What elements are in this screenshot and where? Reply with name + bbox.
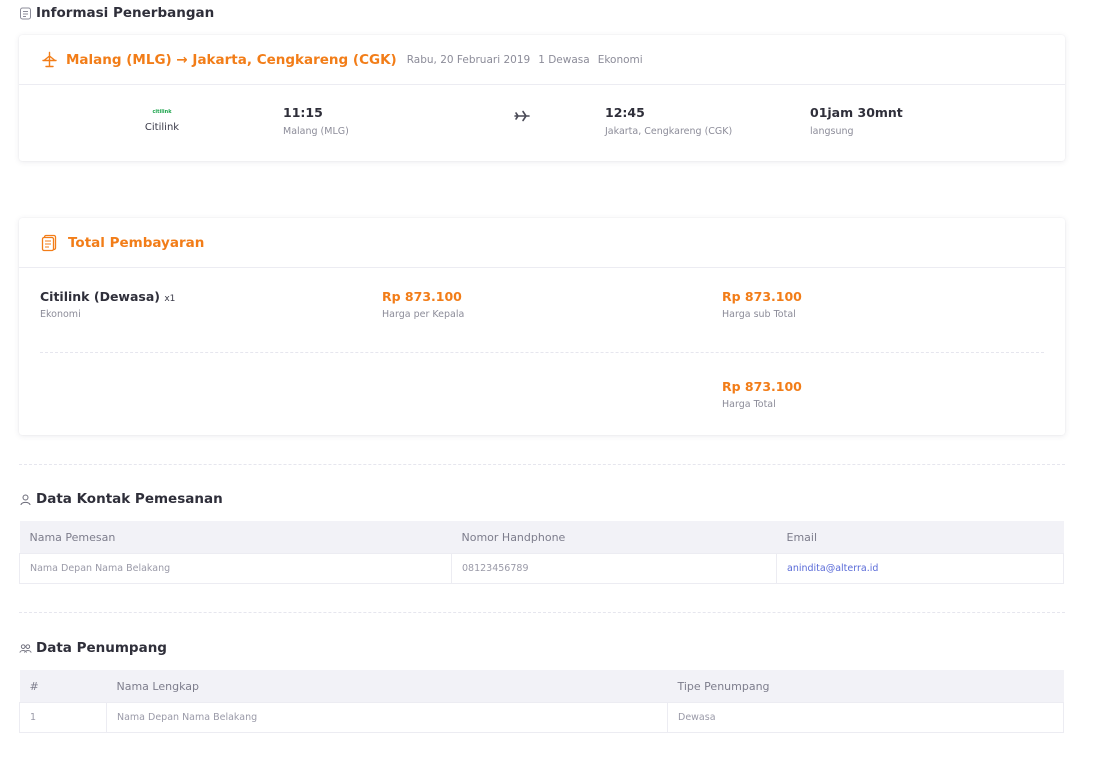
- subtotal-block: Rp 873.100 Harga sub Total: [722, 289, 802, 320]
- plane-right-icon: [514, 107, 530, 126]
- total-label: Harga Total: [722, 399, 776, 410]
- passenger-section-label: Data Penumpang: [36, 640, 167, 656]
- price-per-head-block: Rp 873.100 Harga per Kepala: [382, 289, 464, 320]
- depart-block: 11:15 Malang (MLG): [283, 105, 349, 137]
- section-divider: [19, 612, 1065, 613]
- payment-item: Citilink (Dewasa) x1 Ekonomi: [40, 289, 175, 320]
- passenger-table-header: # Nama Lengkap Tipe Penumpang: [19, 670, 1064, 703]
- contact-section-label: Data Kontak Pemesanan: [36, 491, 223, 507]
- contact-name: Nama Depan Nama Belakang: [19, 553, 452, 584]
- depart-city: Malang (MLG): [283, 126, 349, 137]
- passenger-header-type: Tipe Penumpang: [667, 670, 1064, 703]
- passenger-name: Nama Depan Nama Belakang: [106, 702, 668, 733]
- depart-time: 11:15: [283, 105, 323, 120]
- user-icon: [19, 493, 32, 506]
- contact-email-link[interactable]: anindita@alterra.id: [776, 553, 1064, 584]
- flight-duration: 01jam 30mnt: [810, 105, 903, 120]
- flight-route: Malang (MLG) → Jakarta, Cengkareng (CGK): [66, 51, 397, 68]
- passenger-table: # Nama Lengkap Tipe Penumpang 1 Nama Dep…: [19, 670, 1064, 733]
- contact-table-header: Nama Pemesan Nomor Handphone Email: [19, 521, 1064, 554]
- contact-header-name: Nama Pemesan: [19, 521, 452, 554]
- users-icon: [19, 642, 32, 655]
- flight-section-label: Informasi Penerbangan: [36, 5, 215, 21]
- passenger-header-name: Nama Lengkap: [106, 670, 668, 703]
- price-per-head-label: Harga per Kepala: [382, 309, 465, 320]
- subtotal-price: Rp 873.100: [722, 289, 802, 304]
- payment-divider: [40, 352, 1044, 353]
- total-block: Rp 873.100 Harga Total: [722, 379, 802, 410]
- price-per-head: Rp 873.100: [382, 289, 462, 304]
- contact-header-phone: Nomor Handphone: [451, 521, 777, 554]
- passenger-header-index: #: [19, 670, 107, 703]
- passenger-type: Dewasa: [667, 702, 1064, 733]
- payment-item-class: Ekonomi: [40, 309, 81, 320]
- receipt-icon: [41, 234, 58, 252]
- airplane-icon: [41, 51, 58, 68]
- flight-card: Malang (MLG) → Jakarta, Cengkareng (CGK)…: [19, 35, 1065, 161]
- passenger-section-title: Data Penumpang: [19, 640, 167, 656]
- document-icon: [19, 7, 32, 20]
- payment-item-name: Citilink (Dewasa): [40, 289, 160, 304]
- total-price: Rp 873.100: [722, 379, 802, 394]
- airline-logo: citilink: [152, 109, 172, 115]
- arrive-block: 12:45 Jakarta, Cengkareng (CGK): [605, 105, 732, 137]
- airline-block: citilink Citilink: [137, 109, 187, 133]
- payment-header: Total Pembayaran: [19, 218, 1065, 268]
- flight-header: Malang (MLG) → Jakarta, Cengkareng (CGK)…: [19, 35, 1065, 85]
- payment-item-line: Citilink (Dewasa) x1: [40, 289, 175, 304]
- contact-header-email: Email: [776, 521, 1064, 554]
- payment-item-qty: x1: [164, 294, 176, 304]
- table-row: 1 Nama Depan Nama Belakang Dewasa: [19, 702, 1064, 733]
- table-row: Nama Depan Nama Belakang 08123456789 ani…: [19, 553, 1064, 584]
- flight-passengers: 1 Dewasa: [538, 53, 590, 66]
- contact-phone: 08123456789: [451, 553, 777, 584]
- airline-name: Citilink: [144, 122, 180, 133]
- subtotal-label: Harga sub Total: [722, 309, 796, 320]
- flight-section-title: Informasi Penerbangan: [19, 5, 214, 21]
- payment-card: Total Pembayaran Citilink (Dewasa) x1 Ek…: [19, 218, 1065, 435]
- arrive-city: Jakarta, Cengkareng (CGK): [605, 126, 733, 137]
- contact-section-title: Data Kontak Pemesanan: [19, 491, 223, 507]
- flight-class: Ekonomi: [597, 53, 643, 66]
- flight-stops: langsung: [810, 126, 854, 137]
- payment-title: Total Pembayaran: [68, 234, 205, 251]
- passenger-index: 1: [19, 702, 107, 733]
- flight-date: Rabu, 20 Februari 2019: [406, 53, 531, 66]
- duration-block: 01jam 30mnt langsung: [810, 105, 903, 137]
- arrive-time: 12:45: [605, 105, 645, 120]
- section-divider: [19, 464, 1065, 465]
- contact-table: Nama Pemesan Nomor Handphone Email Nama …: [19, 521, 1064, 584]
